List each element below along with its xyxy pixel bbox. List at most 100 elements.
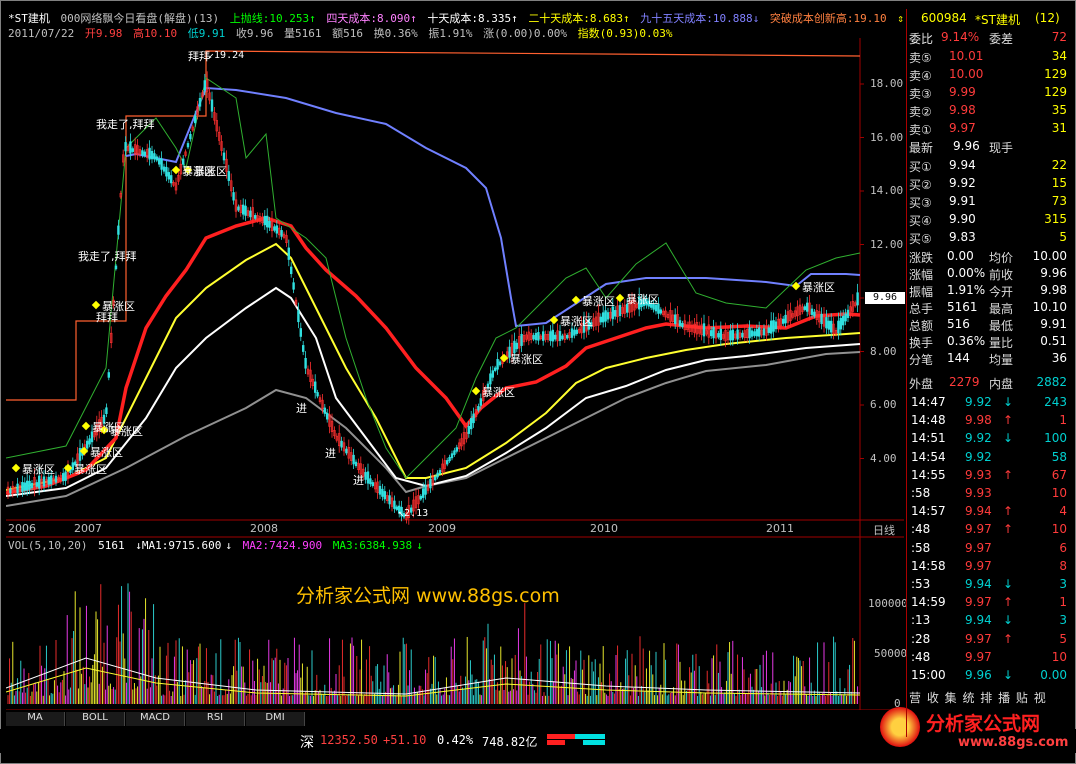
candle-body xyxy=(378,485,382,495)
sell-price[interactable]: 9.99 xyxy=(949,85,976,99)
candle-body xyxy=(345,448,348,454)
candle-body xyxy=(352,454,355,465)
candle-body xyxy=(263,215,266,226)
candle-body xyxy=(781,318,785,324)
stat-row: 涨跌 0.00 均价 10.00 xyxy=(907,249,1069,266)
stat-label: 分笔 xyxy=(909,353,934,367)
indicator-header: *ST建机 000网络飘今日看盘(解盘)(13) 上抛线:10.253↑ 四天成… xyxy=(8,10,908,26)
panel-menu[interactable]: 营 收 集 统 排 播 贴 视 xyxy=(907,689,1069,707)
panel-menu-label[interactable]: 营 收 集 统 排 播 贴 视 xyxy=(909,689,1047,706)
candle-body xyxy=(757,327,761,337)
stat-label: 最低 xyxy=(989,319,1014,333)
candle-body xyxy=(748,327,751,339)
candle-body xyxy=(829,320,833,333)
stat-value: 10.00 xyxy=(1032,249,1067,263)
sell-price[interactable]: 10.01 xyxy=(949,49,983,63)
candle-body xyxy=(131,148,135,152)
candle-body xyxy=(42,476,46,487)
candle-body xyxy=(297,310,300,323)
surge-zone-label: 暴涨区 xyxy=(92,421,125,434)
candle-body xyxy=(424,485,427,495)
candle-body xyxy=(709,330,713,337)
buy-row: 买⑤ 9.83 5 xyxy=(907,230,1069,248)
buy-price[interactable]: 9.83 xyxy=(949,230,976,244)
surge-diamond xyxy=(615,293,625,303)
tick-time: 14:57 xyxy=(911,504,946,519)
candle-body xyxy=(325,412,329,420)
candle-body xyxy=(827,320,831,330)
candle-body xyxy=(21,481,24,492)
tick-time: :53 xyxy=(911,577,931,591)
tick-volume: 3 xyxy=(1059,577,1067,591)
tab-rsi[interactable]: RSI xyxy=(186,712,245,726)
tab-macd[interactable]: MACD xyxy=(126,712,185,726)
stat-row: 换手 0.36% 量比 0.51 xyxy=(907,334,1069,351)
candle-body xyxy=(762,328,766,336)
candle-body xyxy=(520,334,523,346)
candle-body xyxy=(493,367,497,371)
stat-value: 9.98 xyxy=(1040,283,1067,297)
tick-volume: 0.00 xyxy=(1040,668,1067,682)
candle-body xyxy=(856,292,859,306)
tick-arrow-icon: ↓ xyxy=(1003,577,1014,591)
stat-value: 516 xyxy=(947,317,970,331)
candle-body xyxy=(167,172,170,180)
tick-price: 9.97 xyxy=(965,595,992,610)
tick-volume: 4 xyxy=(1059,504,1067,519)
quote-panel: 600984 *ST建机 (12) 委比 9.14% 委差 72 卖⑤ 10.01… xyxy=(906,9,1069,737)
year-label: 2006 xyxy=(8,522,36,535)
sell-volume: 35 xyxy=(1051,103,1067,117)
candle-body xyxy=(369,478,372,485)
scroll-icon[interactable]: ⇕ xyxy=(897,12,904,25)
sell-price[interactable]: 9.97 xyxy=(949,121,976,135)
buy-volume: 73 xyxy=(1051,194,1067,208)
candle-body xyxy=(729,330,732,341)
candle-body xyxy=(489,373,492,385)
stat-value: 0.36% xyxy=(947,334,986,348)
tick-price: 9.94 xyxy=(965,613,992,628)
tick-volume: 10 xyxy=(1051,486,1067,500)
candle-body xyxy=(37,475,41,489)
sell-price[interactable]: 9.98 xyxy=(949,103,976,117)
surge-zone-label: 暴涨区 xyxy=(74,463,107,476)
candle-body xyxy=(364,472,367,480)
buy-price[interactable]: 9.90 xyxy=(949,212,976,226)
sell-price[interactable]: 10.00 xyxy=(949,67,983,81)
candle-body xyxy=(393,500,396,509)
candle-body xyxy=(153,153,156,160)
buy-price[interactable]: 9.92 xyxy=(949,176,976,190)
candle-body xyxy=(477,406,480,411)
candle-body xyxy=(498,361,502,366)
candle-body xyxy=(242,204,245,215)
buy-row: 买② 9.92 15 xyxy=(907,176,1069,194)
candle-body xyxy=(275,225,278,234)
waipan-row: 外盘 2279 内盘 2882 xyxy=(907,375,1069,393)
buy-price[interactable]: 9.91 xyxy=(949,194,976,208)
tab-boll[interactable]: BOLL xyxy=(66,712,125,726)
tick-time: 14:55 xyxy=(911,467,946,482)
candle-body xyxy=(421,488,425,498)
buy-price[interactable]: 9.94 xyxy=(949,158,976,172)
quote-title: 600984 *ST建机 (12) xyxy=(907,11,1069,29)
surge-diamond xyxy=(11,463,21,473)
tick-time: 14:47 xyxy=(911,395,946,409)
tick-price: 9.92 xyxy=(965,431,992,446)
stock-title: *ST建机 xyxy=(975,13,1020,27)
candle-body xyxy=(47,476,51,485)
surge-diamond xyxy=(81,421,91,431)
candle-body xyxy=(244,205,247,216)
tab-dmi[interactable]: DMI xyxy=(246,712,305,726)
candle-body xyxy=(844,313,847,322)
candle-body xyxy=(304,357,307,369)
formula-name[interactable]: 000网络飘今日看盘(解盘)(13) xyxy=(61,12,220,25)
stat-label: 今开 xyxy=(989,285,1014,299)
candle-body xyxy=(198,98,202,107)
tick-volume: 100 xyxy=(1044,431,1067,446)
candle-body xyxy=(606,312,610,320)
candle-body xyxy=(717,333,720,338)
tab-ma[interactable]: MA xyxy=(6,712,65,726)
buy-row: 买① 9.94 22 xyxy=(907,158,1069,176)
candle-body xyxy=(64,471,67,481)
chart-canvas[interactable] xyxy=(6,38,906,710)
up-down-bar2 xyxy=(575,734,605,739)
